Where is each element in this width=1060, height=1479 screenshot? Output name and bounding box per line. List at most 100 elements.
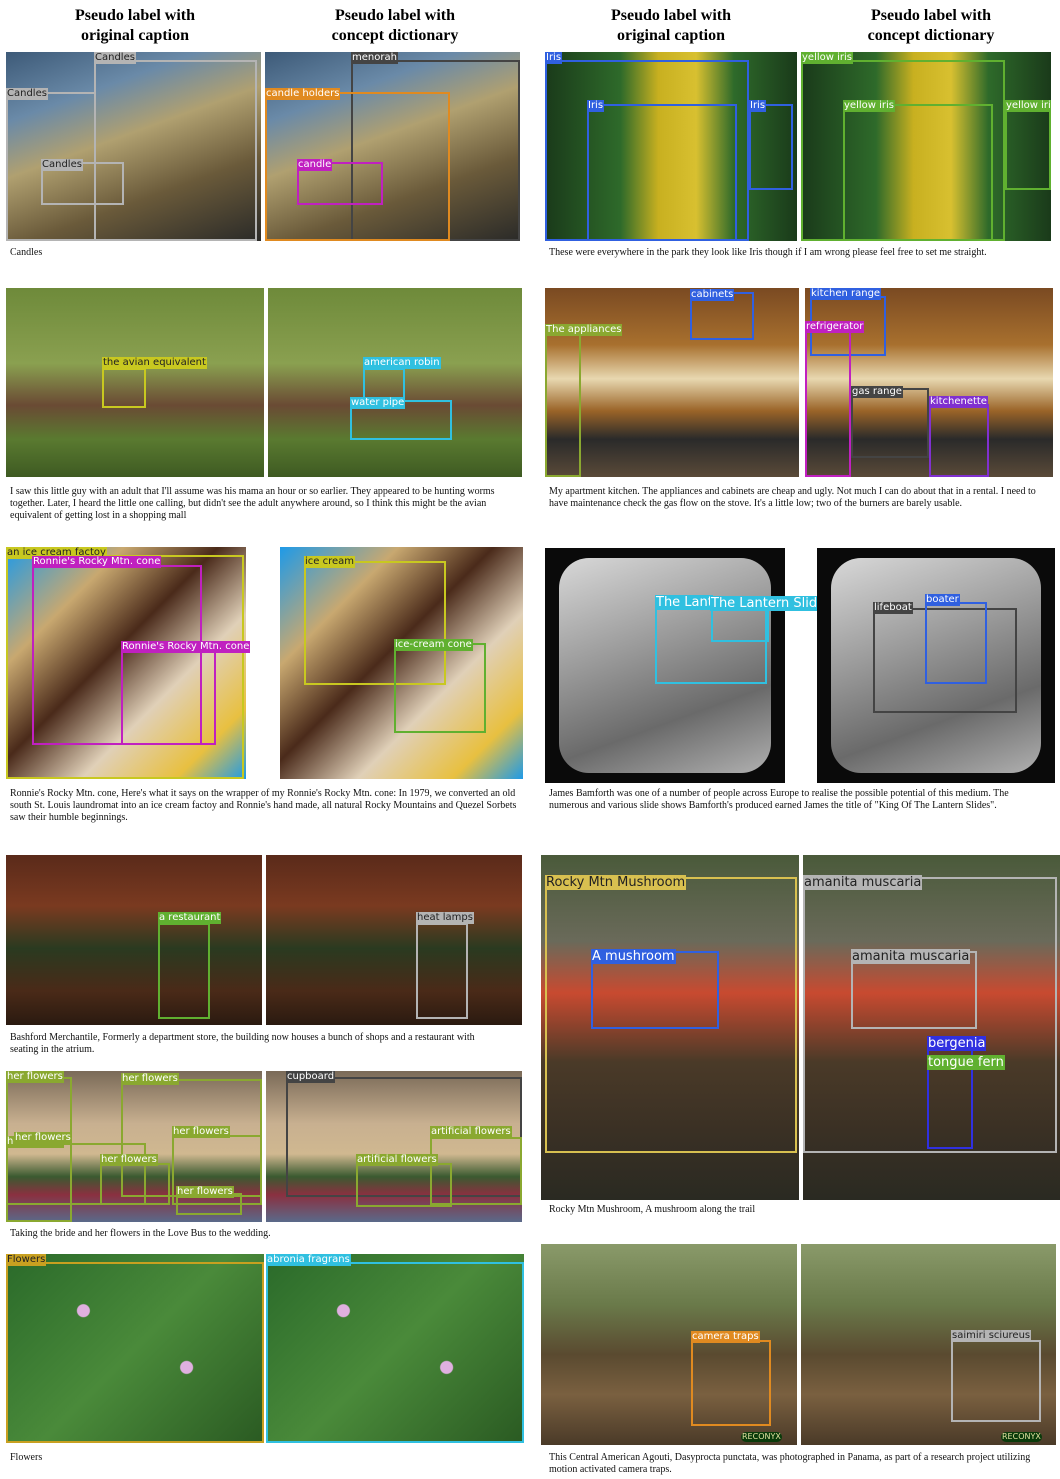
kitchen-dict-box-2 bbox=[805, 328, 851, 477]
restaurant-caption: Bashford Merchantile, Formerly a departm… bbox=[10, 1032, 475, 1055]
mushroom-caption: Rocky Mtn Mushroom, A mushroom along the… bbox=[549, 1204, 756, 1215]
bird-caption: I saw this little guy with an adult that… bbox=[10, 486, 495, 521]
icecream-caption: Ronnie's Rocky Mtn. cone, Here's what it… bbox=[10, 788, 517, 823]
restaurant-dictionary-image: heat lamps bbox=[266, 855, 522, 1025]
bird-dict-label-1: american robin bbox=[363, 357, 441, 369]
kitchen-dict-label-1: kitchen range bbox=[810, 288, 882, 300]
kitchen-dict-label-2: refrigerator bbox=[805, 321, 865, 333]
icecream-dict-box-2 bbox=[394, 643, 486, 733]
flowers-original-image: Flowers bbox=[6, 1254, 264, 1443]
lantern-orig-box-2 bbox=[711, 606, 769, 642]
flowers-dict-label-1: abronia fragrans bbox=[266, 1254, 351, 1266]
iris-orig-box-2 bbox=[587, 104, 737, 241]
mushroom-dict-label-1: amanita muscaria bbox=[803, 875, 923, 890]
kitchen-orig-label-1: cabinets bbox=[690, 289, 735, 301]
lantern-dict-label-1: lifeboat bbox=[873, 602, 913, 614]
iris-caption: These were everywhere in the park they l… bbox=[549, 247, 987, 258]
agouti-dict-label-1: saimiri sciureus bbox=[951, 1330, 1032, 1342]
candles-dict-label-2: candle holders bbox=[265, 88, 341, 100]
kitchen-dict-label-3: gas range bbox=[851, 386, 903, 398]
mushroom-orig-label-2: A mushroom bbox=[591, 949, 676, 964]
icecream-orig-label-2: Ronnie's Rocky Mtn. cone bbox=[32, 556, 162, 568]
lantern-caption: James Bamforth was one of a number of pe… bbox=[549, 788, 1009, 811]
candles-dictionary-image: menorah candle holders candle bbox=[265, 52, 520, 241]
kitchen-dict-box-4 bbox=[929, 404, 989, 477]
agouti-orig-label-1: camera traps bbox=[691, 1331, 760, 1343]
iris-orig-box-3 bbox=[749, 104, 793, 190]
bird-orig-box-1 bbox=[102, 368, 146, 408]
bird-dictionary-image: american robin water pipe bbox=[268, 288, 522, 477]
flowers-orig-label-1: Flowers bbox=[6, 1254, 47, 1266]
mushroom-dict-label-2: amanita muscaria bbox=[851, 949, 971, 964]
bride-orig-label-7: her flowers bbox=[14, 1132, 72, 1144]
lantern-dictionary-image: lifeboat boater bbox=[817, 548, 1055, 783]
candles-caption: Candles bbox=[10, 247, 43, 258]
bird-orig-label-1: the avian equivalent bbox=[102, 357, 207, 369]
mushroom-original-image: Rocky Mtn Mushroom A mushroom bbox=[541, 855, 799, 1200]
iris-orig-label-3: Iris bbox=[749, 100, 767, 112]
kitchen-orig-box-2 bbox=[545, 332, 581, 477]
header-right-dictionary: Pseudo label with concept dictionary bbox=[867, 7, 995, 44]
flowers-caption: Flowers bbox=[10, 1452, 43, 1463]
header-left-original: Pseudo label with original caption bbox=[74, 7, 195, 44]
candles-original-image: Candles Candles Candles bbox=[6, 52, 261, 241]
mushroom-orig-label-1: Rocky Mtn Mushroom bbox=[545, 875, 687, 890]
agouti-caption: This Central American Agouti, Dasyprocta… bbox=[549, 1452, 1031, 1475]
kitchen-dictionary-image: kitchen range refrigerator gas range kit… bbox=[805, 288, 1053, 477]
iris-orig-label-2: Iris bbox=[587, 100, 605, 112]
iris-dict-box-3 bbox=[1005, 104, 1051, 190]
bird-original-image: the avian equivalent bbox=[6, 288, 264, 477]
icecream-orig-label-3: Ronnie's Rocky Mtn. cone bbox=[121, 641, 251, 653]
icecream-dict-label-2: ice-cream cone bbox=[394, 639, 473, 651]
icecream-original-image: an ice cream factoy Ronnie's Rocky Mtn. … bbox=[6, 547, 246, 779]
icecream-dictionary-image: ice cream ice-cream cone bbox=[280, 547, 523, 779]
restaurant-orig-label-1: a restaurant bbox=[158, 912, 222, 924]
bride-original-image: her flowers her flowers her flowers her … bbox=[6, 1071, 262, 1222]
bride-dict-label-1: cupboard bbox=[286, 1071, 336, 1083]
bride-orig-label-1: her flowers bbox=[6, 1071, 64, 1083]
flowers-dict-box-1 bbox=[266, 1262, 524, 1443]
icecream-orig-box-3 bbox=[121, 651, 216, 745]
lantern-original-image: The Lantern Slides bbox=[545, 548, 785, 783]
kitchen-dict-box-3 bbox=[851, 388, 929, 458]
lantern-orig-label-1: The Lantern Slides bbox=[655, 595, 713, 610]
lantern-orig-label-2: The Lantern Slides bbox=[710, 596, 833, 611]
kitchen-orig-label-2: The appliances bbox=[545, 324, 623, 336]
kitchen-original-image: cabinets The appliances bbox=[545, 288, 799, 477]
mushroom-dict-label-4: tongue fern bbox=[927, 1055, 1005, 1070]
flowers-orig-box-1 bbox=[6, 1262, 264, 1443]
candles-orig-label-2: Candles bbox=[6, 88, 48, 100]
candles-orig-box-1 bbox=[94, 60, 257, 241]
header-right-original: Pseudo label with original caption bbox=[610, 7, 731, 44]
iris-original-image: Iris Iris Iris bbox=[545, 52, 797, 241]
bride-orig-label-3: her flowers bbox=[172, 1126, 230, 1138]
restaurant-dict-box-1 bbox=[416, 923, 468, 1019]
agouti-dictionary-image: saimiri sciureus RECONYX bbox=[801, 1244, 1056, 1445]
bride-orig-label-2: her flowers bbox=[121, 1073, 179, 1085]
bride-orig-label-5: her flowers bbox=[100, 1154, 158, 1166]
restaurant-original-image: a restaurant bbox=[6, 855, 262, 1025]
agouti-dict-box-1 bbox=[951, 1340, 1041, 1422]
candles-dict-label-1: menorah bbox=[351, 52, 398, 64]
lantern-dict-label-2: boater bbox=[925, 594, 960, 606]
header-left-dictionary: Pseudo label with concept dictionary bbox=[331, 7, 459, 44]
agouti-dict-watermark: RECONYX bbox=[1001, 1432, 1042, 1442]
iris-dict-label-1: yellow iris bbox=[801, 52, 853, 64]
iris-orig-label-1: Iris bbox=[545, 52, 563, 64]
bride-orig-label-6: her flowers bbox=[176, 1186, 234, 1198]
candles-orig-label-3: Candles bbox=[41, 159, 83, 171]
iris-dict-box-2 bbox=[843, 104, 993, 241]
iris-dict-label-2: yellow iris bbox=[843, 100, 895, 112]
icecream-dict-label-1: ice cream bbox=[304, 556, 356, 568]
flowers-dictionary-image: abronia fragrans bbox=[266, 1254, 524, 1443]
bride-dict-box-3 bbox=[356, 1163, 452, 1207]
restaurant-dict-label-1: heat lamps bbox=[416, 912, 474, 924]
bird-dict-label-2: water pipe bbox=[350, 397, 406, 409]
bride-dict-label-2: artificial flowers bbox=[430, 1126, 512, 1138]
candles-dict-label-3: candle bbox=[297, 159, 333, 171]
mushroom-dict-label-3: bergenia bbox=[927, 1036, 987, 1051]
agouti-orig-watermark: RECONYX bbox=[741, 1432, 782, 1442]
kitchen-caption: My apartment kitchen. The appliances and… bbox=[549, 486, 1036, 509]
bride-caption: Taking the bride and her flowers in the … bbox=[10, 1228, 271, 1239]
agouti-orig-box-1 bbox=[691, 1340, 771, 1426]
